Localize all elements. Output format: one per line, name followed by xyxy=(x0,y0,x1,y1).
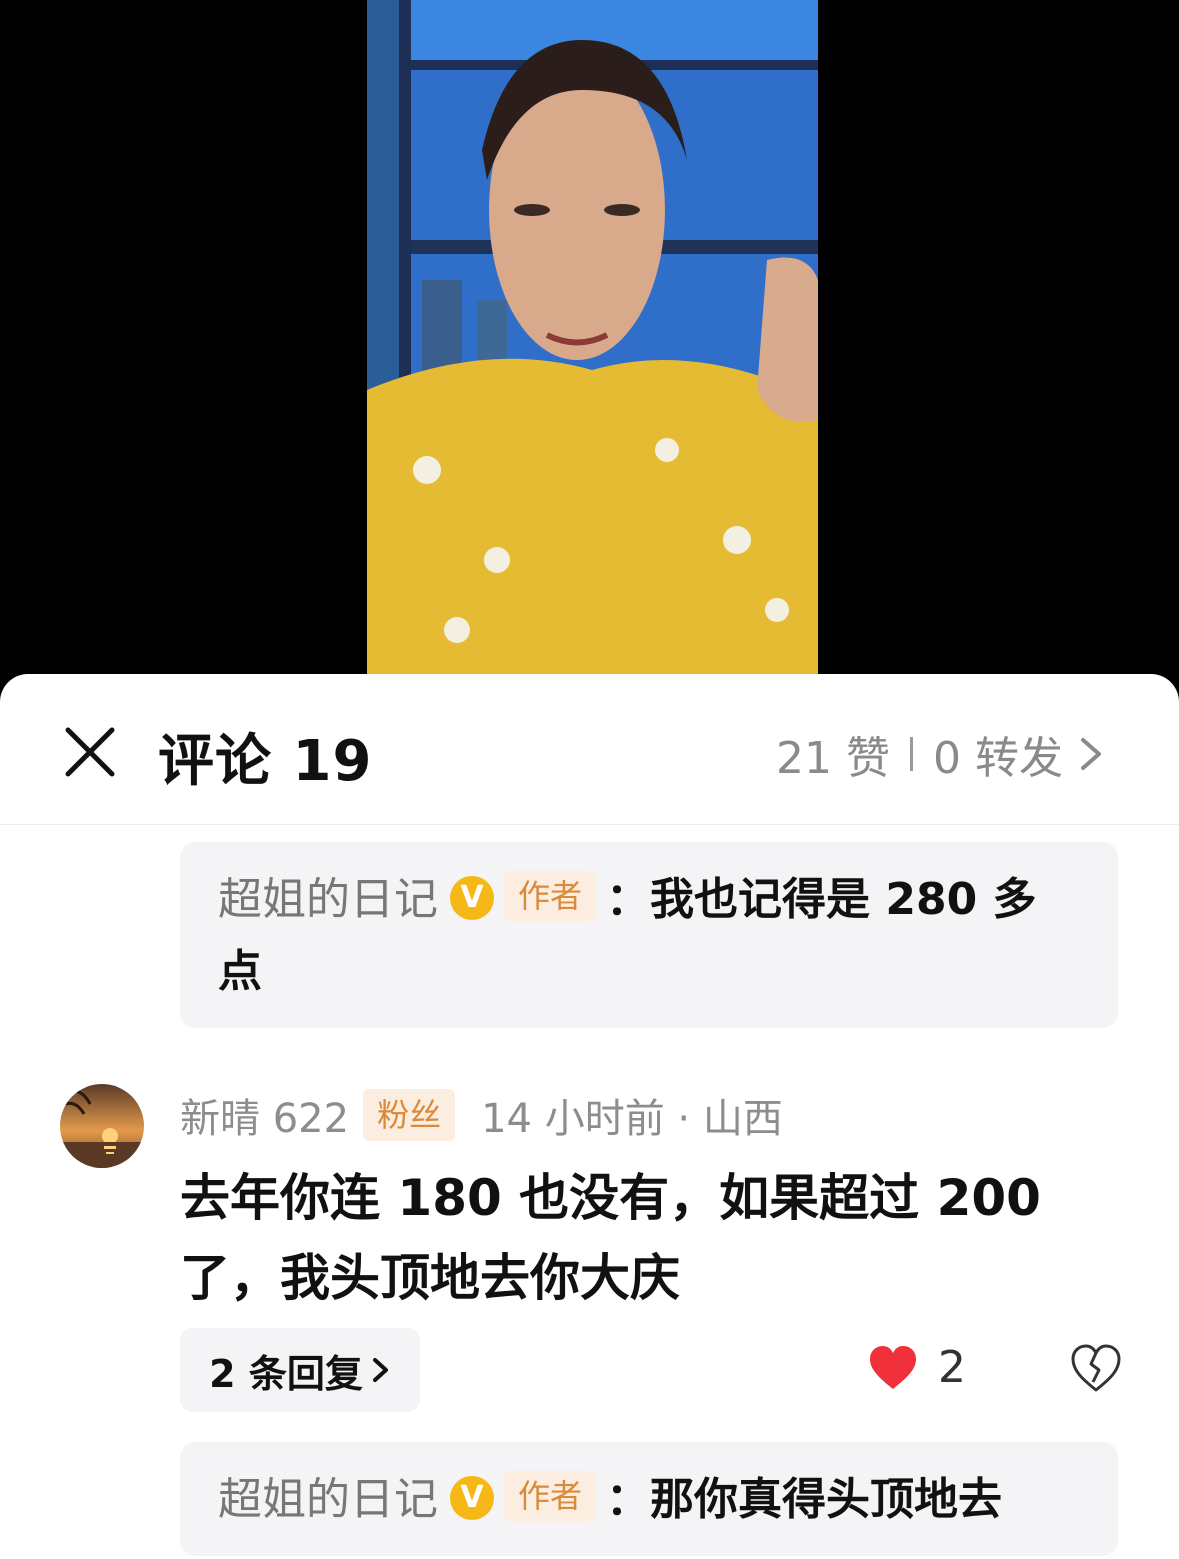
reply-author-name[interactable]: 超姐的日记 xyxy=(218,1474,438,1525)
verified-icon: V xyxy=(450,1476,494,1520)
video-thumbnail xyxy=(367,0,818,676)
time-location: 14 小时前 · 山西 xyxy=(481,1096,783,1142)
close-button[interactable] xyxy=(62,724,118,780)
page-title: 评论 19 xyxy=(158,729,373,794)
likes-count: 21 赞 xyxy=(776,733,891,784)
avatar[interactable] xyxy=(60,1084,144,1168)
broken-heart-icon xyxy=(1071,1344,1121,1392)
comments-header: 评论 19 21 赞 0 转发 xyxy=(0,674,1179,825)
close-icon xyxy=(65,727,115,777)
view-replies-button[interactable]: 2 条回复 xyxy=(180,1328,420,1412)
sunset-avatar-icon xyxy=(60,1084,144,1168)
like-count: 2 xyxy=(938,1342,966,1393)
fan-tag: 粉丝 xyxy=(363,1089,456,1141)
verified-icon: V xyxy=(450,876,494,920)
comment-text[interactable]: 去年你连 180 也没有，如果超过 200 了，我头顶地去你大庆 xyxy=(180,1158,1100,1318)
reply-text: ：那你真得头顶地去 xyxy=(606,1474,1003,1525)
dislike-button[interactable] xyxy=(1070,1342,1122,1394)
stats-link[interactable]: 21 赞 0 转发 xyxy=(776,722,1105,786)
shares-count: 0 转发 xyxy=(933,733,1063,784)
author-reply-1[interactable]: 超姐的日记 V 作者 ：我也记得是 280 多点 xyxy=(180,842,1118,1028)
divider xyxy=(910,737,914,771)
commenter-name[interactable]: 新晴 622 xyxy=(180,1086,349,1144)
heart-icon xyxy=(870,1345,916,1389)
reply-author-name[interactable]: 超姐的日记 xyxy=(218,874,438,925)
replies-label: 2 条回复 xyxy=(209,1351,363,1396)
video-frame[interactable] xyxy=(367,0,818,676)
comment-meta: 新晴 622 粉丝 14 小时前 · 山西 xyxy=(180,1086,783,1144)
like-button[interactable]: 2 xyxy=(868,1342,966,1393)
author-tag: 作者 xyxy=(504,1471,597,1521)
chevron-right-icon xyxy=(1081,738,1101,770)
video-player[interactable] xyxy=(0,0,1179,690)
author-tag: 作者 xyxy=(504,871,597,921)
chevron-right-icon xyxy=(372,1358,388,1382)
author-reply-2[interactable]: 超姐的日记 V 作者 ：那你真得头顶地去 xyxy=(180,1442,1118,1556)
comments-sheet: 评论 19 21 赞 0 转发 超姐的日记V作者：我也记得是 280 多点 xyxy=(0,674,1179,1559)
